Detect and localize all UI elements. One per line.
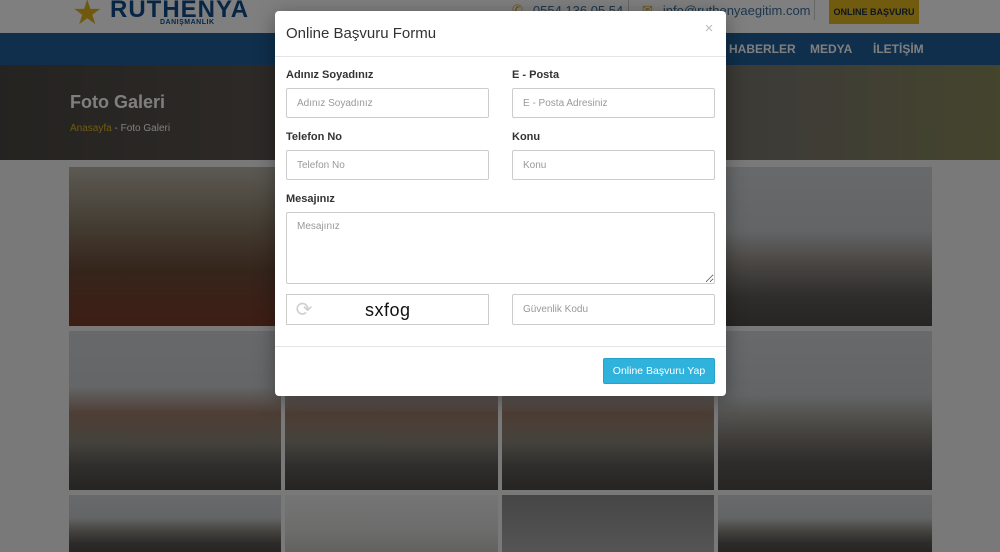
message-label: Mesajınız [286, 193, 335, 205]
captcha-box: ⟳ sxfog [286, 294, 489, 325]
subject-input[interactable] [512, 150, 715, 180]
message-textarea[interactable] [286, 212, 715, 284]
email-label: E - Posta [512, 69, 560, 81]
modal-title: Online Başvuru Formu [286, 25, 437, 42]
application-modal: Online Başvuru Formu × Adınız Soyadınız … [275, 11, 726, 396]
phone-label: Telefon No [286, 131, 343, 143]
email-input[interactable] [512, 88, 715, 118]
phone-input[interactable] [286, 150, 489, 180]
captcha-code: sxfog [365, 300, 411, 320]
name-label: Adınız Soyadınız [286, 69, 374, 81]
subject-label: Konu [512, 131, 541, 143]
close-icon[interactable]: × [702, 21, 716, 37]
submit-application-button[interactable]: Online Başvuru Yap [603, 358, 715, 384]
refresh-icon[interactable]: ⟳ [293, 298, 315, 322]
modal-footer-divider [275, 346, 726, 347]
modal-header: Online Başvuru Formu × [275, 11, 726, 57]
name-input[interactable] [286, 88, 489, 118]
security-code-input[interactable] [512, 294, 715, 325]
